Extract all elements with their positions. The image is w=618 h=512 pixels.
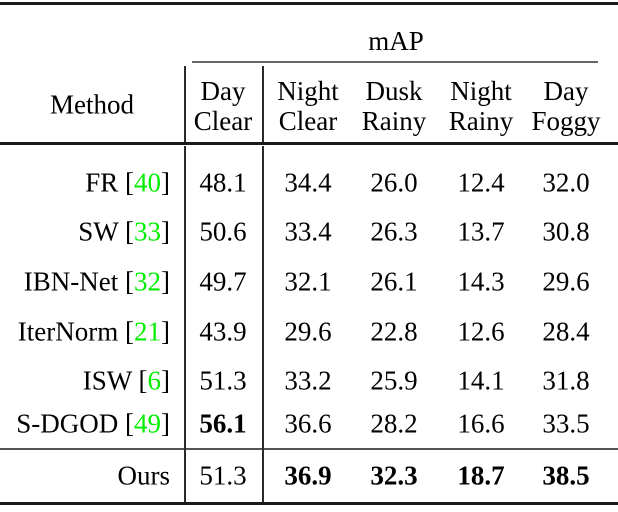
data-cell: 38.5 [542,460,590,491]
method-name: Ours [117,460,171,491]
data-cell: 36.9 [284,460,332,491]
column-header-day-clear-line1: Day [200,76,246,106]
source-domain-divider-header [262,66,264,142]
data-cell: 26.3 [370,216,418,247]
data-cell: 33.2 [284,365,332,396]
data-cell: 28.2 [370,408,418,439]
data-cell: 13.7 [457,216,505,247]
citation-link[interactable]: 40 [134,168,161,198]
citation-link[interactable]: 21 [134,317,161,347]
data-cell: 32.3 [370,460,418,491]
data-cell: 36.6 [284,408,332,439]
data-cell: 16.6 [457,408,505,439]
data-cell: 22.8 [370,316,418,347]
citation-close-bracket: ] [161,408,170,439]
data-cell: 32.1 [284,266,332,297]
method-name: IBN-Net [23,266,119,297]
data-cell: 43.9 [199,316,247,347]
citation-close-bracket: ] [161,216,170,247]
method-label: ISW [6] [0,365,170,396]
data-cell: 33.4 [284,216,332,247]
data-cell: 28.4 [542,316,590,347]
column-header-night-clear-line2: Clear [278,106,338,137]
data-cell: 30.8 [542,216,590,247]
column-header-dusk-rainy: Dusk Rainy [362,76,427,136]
method-name: IterNorm [17,316,119,347]
data-cell: 49.7 [199,266,247,297]
column-header-night-rainy-line2: Rainy [448,106,514,137]
citation-link[interactable]: 6 [148,366,162,396]
method-column-divider-body [184,146,186,502]
column-header-dusk-rainy-line2: Rainy [361,106,427,137]
map-group-header-rule [192,61,598,63]
citation-open-bracket: [ [125,216,134,247]
method-label: FR [40] [0,167,170,198]
data-cell: 26.1 [370,266,418,297]
data-cell: 32.0 [542,167,590,198]
citation-close-bracket: ] [161,266,170,297]
data-cell: 31.8 [542,365,590,396]
column-header-night-rainy: Night Rainy [449,76,514,136]
data-cell: 50.6 [199,216,247,247]
citation-open-bracket: [ [125,167,134,198]
map-group-header: mAP [368,26,424,56]
method-label: Ours [0,460,171,491]
citation-close-bracket: ] [161,365,170,396]
data-cell: 29.6 [284,316,332,347]
method-name: FR [85,167,119,198]
method-name: S-DGOD [16,408,119,439]
data-cell: 33.5 [542,408,590,439]
column-header-night-clear: Night Clear [277,76,339,136]
citation-open-bracket: [ [138,365,148,396]
method-label: SW [33] [0,216,170,247]
column-header-day-clear: Day Clear [194,76,252,136]
citation-open-bracket: [ [125,266,134,297]
column-header-dusk-rainy-line1: Dusk [365,76,423,106]
data-cell: 14.3 [457,266,505,297]
data-cell: 12.4 [457,167,505,198]
citation-link[interactable]: 33 [134,217,161,247]
citation-link[interactable]: 49 [134,409,161,439]
data-cell: 56.1 [199,408,247,439]
table-top-rule [0,2,618,5]
data-cell: 25.9 [370,365,418,396]
data-cell: 51.3 [199,365,247,396]
method-label: S-DGOD [49] [0,408,170,439]
citation-link[interactable]: 32 [134,267,161,297]
column-header-day-foggy-line2: Foggy [531,106,601,137]
data-cell: 18.7 [457,460,505,491]
column-header-day-clear-line2: Clear [193,106,253,137]
source-domain-divider-body [262,146,264,502]
data-cell: 26.0 [370,167,418,198]
method-column-divider-header [184,66,186,142]
method-name: ISW [82,365,132,396]
method-label: IterNorm [21] [0,316,170,347]
data-cell: 29.6 [542,266,590,297]
ours-row-separator-rule [0,448,618,450]
citation-open-bracket: [ [125,408,134,439]
column-header-night-clear-line1: Night [277,76,339,106]
citation-close-bracket: ] [161,167,170,198]
data-cell: 51.3 [199,460,247,491]
method-label: IBN-Net [32] [0,266,170,297]
results-table: mAP Method Day Clear Night Clear Dusk Ra… [0,0,618,512]
column-header-night-rainy-line1: Night [450,76,512,106]
header-body-separator-rule [0,142,618,145]
citation-close-bracket: ] [161,316,170,347]
method-name: SW [78,216,119,247]
data-cell: 12.6 [457,316,505,347]
data-cell: 14.1 [457,365,505,396]
data-cell: 48.1 [199,167,247,198]
column-header-day-foggy-line1: Day [543,76,589,106]
table-bottom-rule [0,502,618,505]
citation-open-bracket: [ [125,316,134,347]
method-column-header: Method [50,89,134,120]
data-cell: 34.4 [284,167,332,198]
column-header-day-foggy: Day Foggy [531,76,600,136]
